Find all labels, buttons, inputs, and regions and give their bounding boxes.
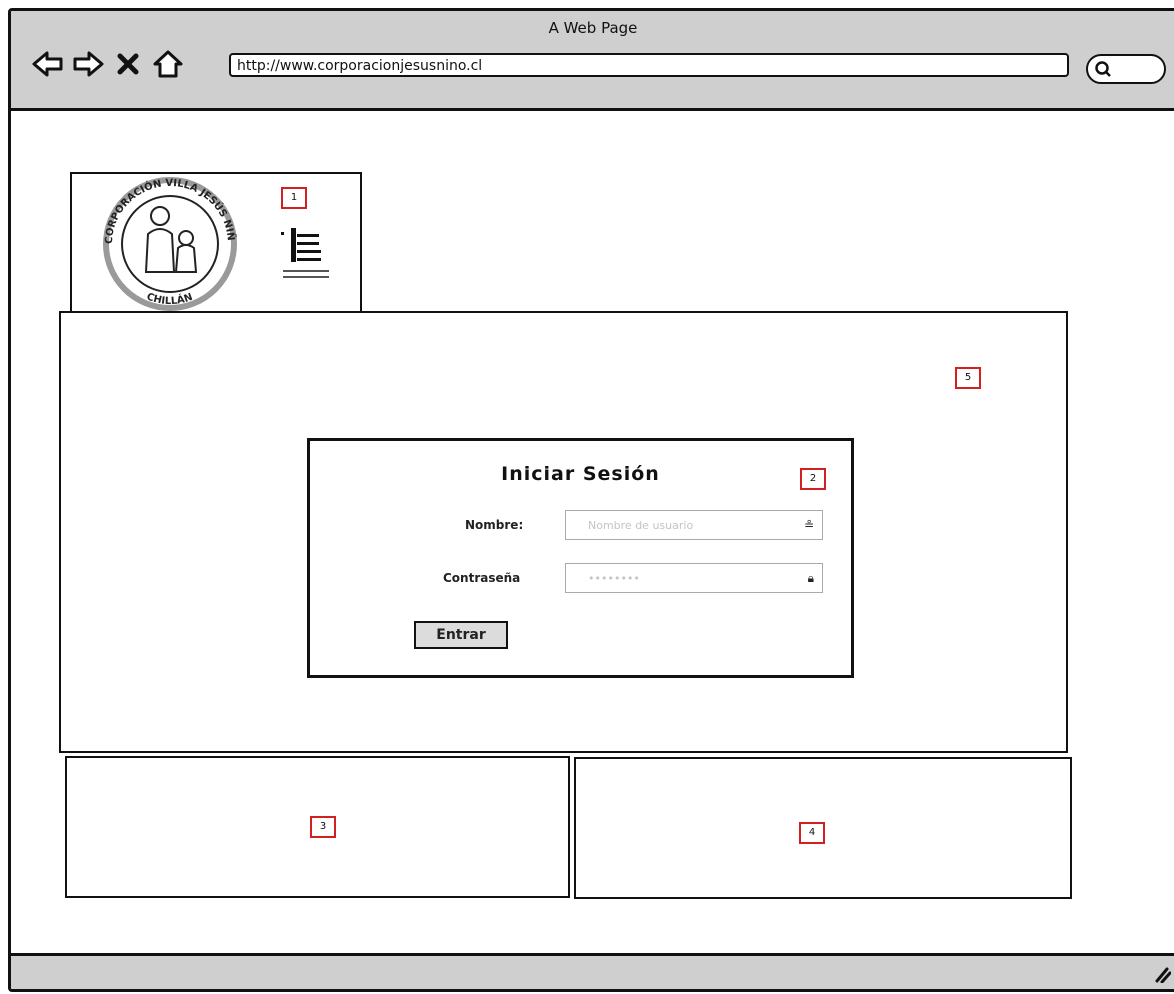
login-title: Iniciar Sesión [501,463,660,485]
marker-2: 2 [800,468,826,490]
close-icon[interactable] [111,47,145,81]
nav-buttons [31,47,185,81]
login-form: Iniciar Sesión 2 Nombre: Nombre de usuar… [307,438,854,678]
name-label: Nombre: [465,518,524,532]
user-icon: ≗ [803,518,814,532]
status-bar [11,953,1174,989]
marker-4: 4 [799,822,825,844]
username-placeholder: Nombre de usuario [588,519,694,532]
home-icon[interactable] [151,47,185,81]
marker-3: 3 [310,816,336,838]
address-bar[interactable]: http://www.corporacionjesusnino.cl [229,53,1069,77]
marker-1: 1 [281,187,307,209]
resize-grip-icon[interactable] [1153,965,1172,987]
search-icon [1094,60,1112,82]
window-title: A Web Page [548,19,638,37]
secondary-logo-icon [281,228,329,278]
logo-panel: CORPORACIÓN VILLA JESÚS NIÑO CHILLÁN 1 [70,172,362,315]
footer-panel-left: 3 [65,756,570,898]
seal-logo: CORPORACIÓN VILLA JESÚS NIÑO CHILLÁN [90,176,238,311]
username-field[interactable]: Nombre de usuario ≗ [565,510,823,540]
enter-button[interactable]: Entrar [414,621,508,649]
password-placeholder: •••••••• [588,572,640,585]
password-field[interactable]: •••••••• 🔒︎ [565,563,823,593]
marker-5: 5 [955,367,981,389]
browser-toolbar: A Web Page http://www.corporacionjesusni… [11,11,1174,111]
lock-icon: 🔒︎ [807,571,814,585]
password-label: Contraseña [443,571,521,585]
search-box[interactable] [1086,54,1166,84]
footer-panel-right: 4 [574,757,1072,899]
back-icon[interactable] [31,47,65,81]
forward-icon[interactable] [71,47,105,81]
